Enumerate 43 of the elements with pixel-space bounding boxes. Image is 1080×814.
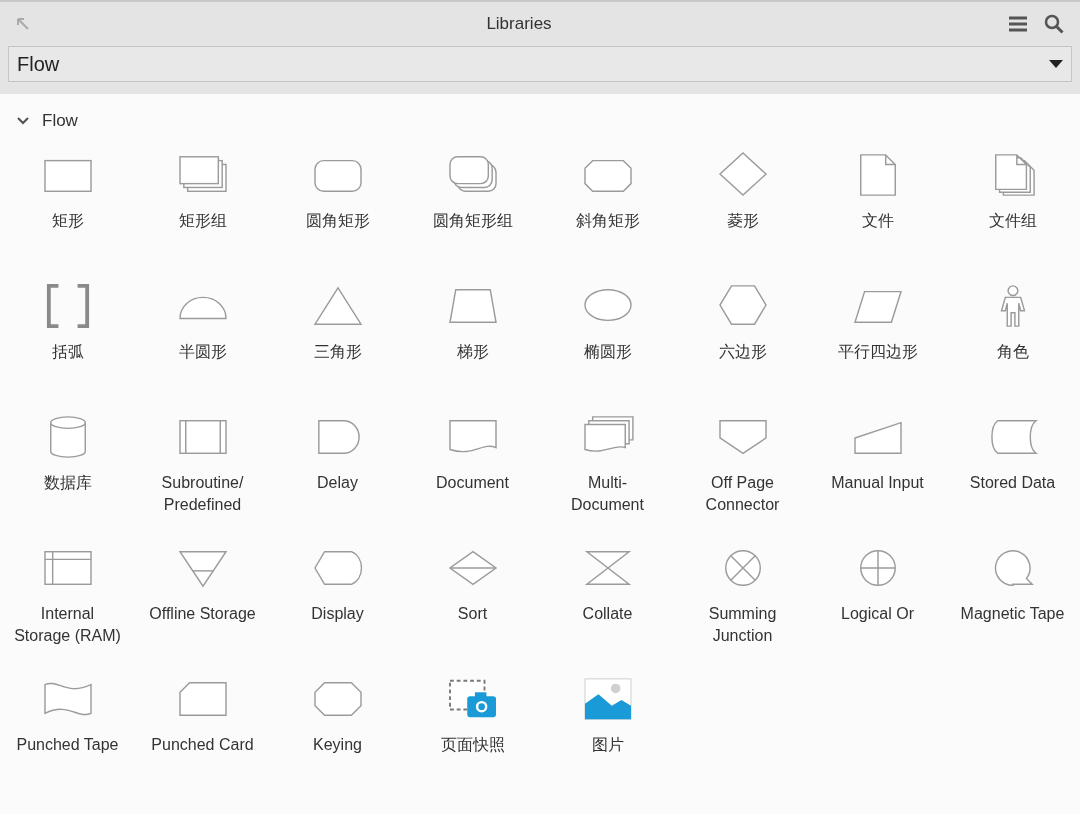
library-shape-item[interactable]: Display	[270, 541, 405, 672]
section-header[interactable]: Flow	[0, 106, 94, 136]
library-shape-item[interactable]: 圆角矩形	[270, 148, 405, 279]
menu-icon[interactable]	[1008, 15, 1028, 33]
library-shape-item[interactable]: Sort	[405, 541, 540, 672]
library-shape-item[interactable]: Manual Input	[810, 410, 945, 541]
library-shape-item[interactable]: 数据库	[0, 410, 135, 541]
library-shape-item[interactable]: Keying	[270, 672, 405, 803]
library-shape-item[interactable]: Punched Tape	[0, 672, 135, 803]
library-shape-item[interactable]: Multi- Document	[540, 410, 675, 541]
library-shape-item[interactable]: 图片	[540, 672, 675, 803]
library-shape-item[interactable]: 六边形	[675, 279, 810, 410]
window-title: Libraries	[486, 13, 552, 36]
library-shape-item[interactable]: 角色	[945, 279, 1080, 410]
library-shape-item[interactable]: Summing Junction	[675, 541, 810, 672]
library-shape-item[interactable]: 平行四边形	[810, 279, 945, 410]
library-shape-item[interactable]: 梯形	[405, 279, 540, 410]
library-shape-item[interactable]: 文件	[810, 148, 945, 279]
library-shape-item[interactable]: Subroutine/ Predefined	[135, 410, 270, 541]
library-shape-item[interactable]: 矩形	[0, 148, 135, 279]
library-shape-item[interactable]: 三角形	[270, 279, 405, 410]
library-shape-item[interactable]: Logical Or	[810, 541, 945, 672]
library-shape-item[interactable]: 文件组	[945, 148, 1080, 279]
library-shape-item[interactable]: Offline Storage	[135, 541, 270, 672]
library-shape-item[interactable]: 菱形	[675, 148, 810, 279]
library-shape-item[interactable]: 椭圆形	[540, 279, 675, 410]
library-shape-item[interactable]: Punched Card	[135, 672, 270, 803]
library-shape-item[interactable]: Delay	[270, 410, 405, 541]
library-shape-item[interactable]: 斜角矩形	[540, 148, 675, 279]
library-shape-item[interactable]: Off Page Connector	[675, 410, 810, 541]
library-shape-item[interactable]: 圆角矩形组	[405, 148, 540, 279]
library-shape-item[interactable]: 括弧	[0, 279, 135, 410]
library-shape-item[interactable]: Collate	[540, 541, 675, 672]
library-shape-item[interactable]: 矩形组	[135, 148, 270, 279]
library-shape-item[interactable]: Magnetic Tape	[945, 541, 1080, 672]
library-shape-item[interactable]: Stored Data	[945, 410, 1080, 541]
library-shape-item[interactable]: 页面快照	[405, 672, 540, 803]
search-icon[interactable]	[1044, 14, 1064, 34]
library-dropdown[interactable]: Flow	[8, 46, 1072, 82]
library-shape-item[interactable]: 半圆形	[135, 279, 270, 410]
library-shape-item[interactable]: Document	[405, 410, 540, 541]
caret-icon	[1049, 60, 1063, 68]
library-shape-item[interactable]: Internal Storage (RAM)	[0, 541, 135, 672]
